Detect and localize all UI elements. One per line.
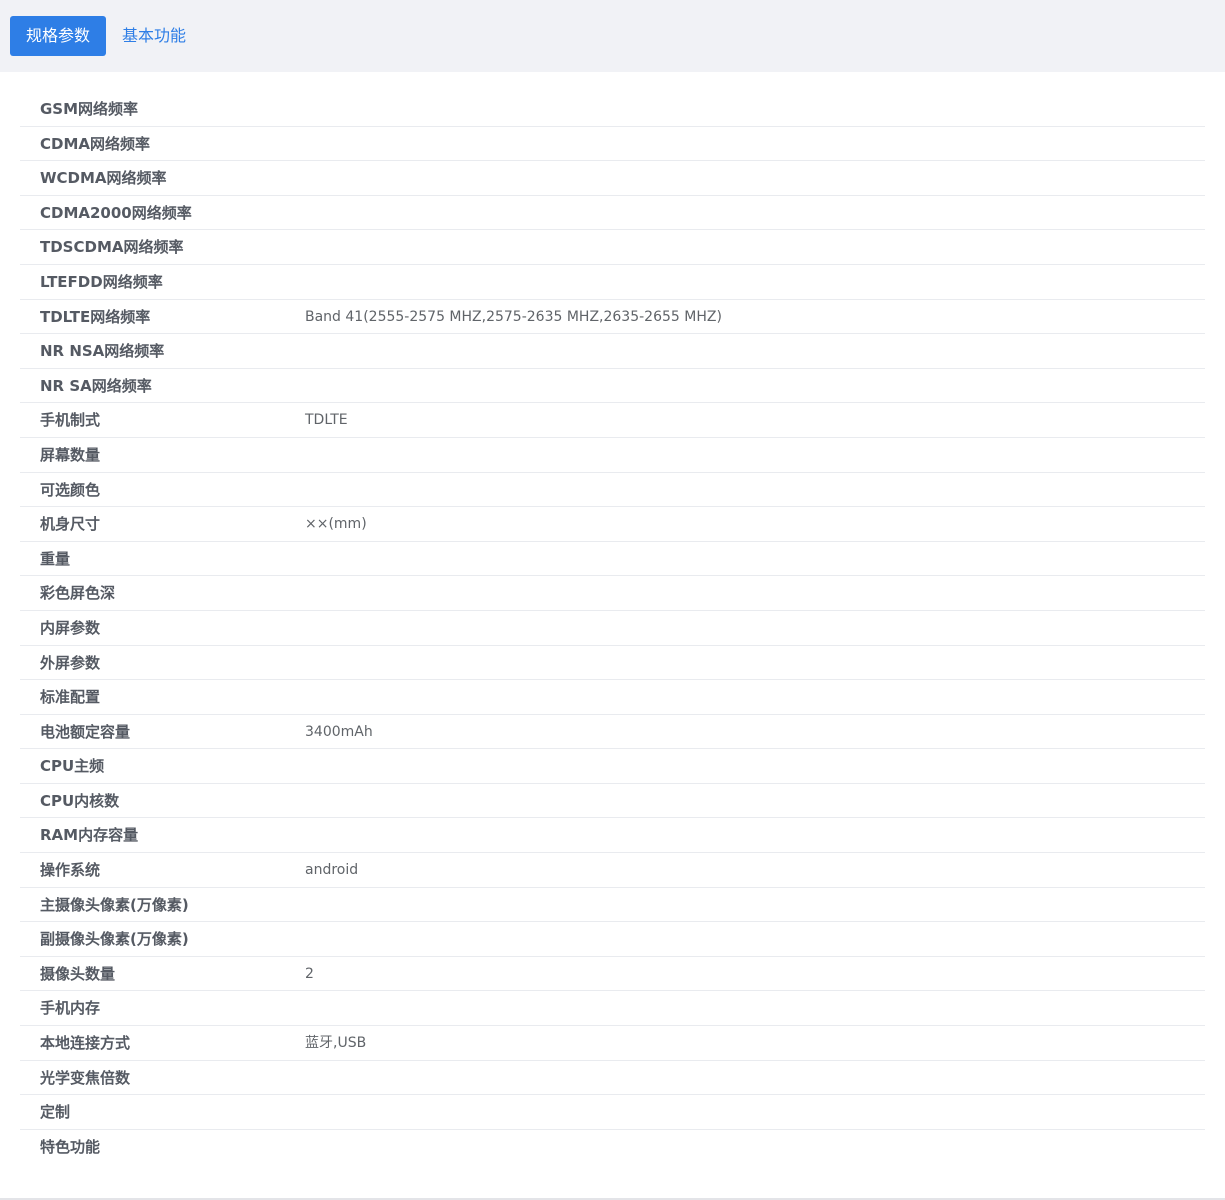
spec-row: 外屏参数 — [20, 646, 1205, 681]
spec-value: 3400mAh — [305, 723, 373, 740]
spec-row: TDSCDMA网络频率 — [20, 230, 1205, 265]
spec-value: ××(mm) — [305, 516, 367, 533]
spec-row: 定制 — [20, 1095, 1205, 1130]
spec-label: 屏幕数量 — [40, 445, 101, 464]
spec-row: CDMA2000网络频率 — [20, 196, 1205, 231]
spec-label: 外屏参数 — [40, 653, 101, 672]
spec-row: 副摄像头像素(万像素) — [20, 922, 1205, 957]
spec-label: 重量 — [40, 549, 71, 568]
spec-row: CPU主频 — [20, 749, 1205, 784]
spec-label: CPU内核数 — [40, 791, 120, 810]
spec-label: CDMA网络频率 — [40, 134, 150, 153]
spec-label: 定制 — [40, 1103, 71, 1122]
tab-basic-features[interactable]: 基本功能 — [122, 16, 186, 56]
spec-row: 光学变焦倍数 — [20, 1061, 1205, 1096]
spec-label: CDMA2000网络频率 — [40, 203, 192, 222]
spec-row: 标准配置 — [20, 680, 1205, 715]
spec-row: RAM内存容量 — [20, 818, 1205, 854]
spec-row: 本地连接方式 蓝牙,USB — [20, 1026, 1205, 1061]
spec-label: 光学变焦倍数 — [40, 1068, 131, 1087]
spec-label: 本地连接方式 — [40, 1034, 131, 1053]
spec-row: WCDMA网络频率 — [20, 161, 1205, 196]
spec-label: 操作系统 — [40, 861, 101, 880]
spec-value: Band 41(2555-2575 MHZ,2575-2635 MHZ,2635… — [305, 308, 722, 325]
spec-label: 机身尺寸 — [40, 515, 101, 534]
spec-value: android — [305, 862, 359, 879]
spec-label: 主摄像头像素(万像素) — [40, 895, 189, 914]
spec-label: LTEFDD网络频率 — [40, 272, 163, 291]
spec-label: GSM网络频率 — [40, 100, 139, 118]
spec-label: 内屏参数 — [40, 618, 101, 637]
spec-row: GSM网络频率 — [20, 92, 1205, 127]
spec-row: NR NSA网络频率 — [20, 334, 1205, 369]
spec-label: NR SA网络频率 — [40, 376, 152, 395]
spec-row: LTEFDD网络频率 — [20, 265, 1205, 300]
spec-label: 特色功能 — [40, 1137, 101, 1156]
spec-label: 副摄像头像素(万像素) — [40, 930, 189, 949]
spec-label: WCDMA网络频率 — [40, 169, 167, 188]
spec-label: 电池额定容量 — [40, 722, 131, 741]
spec-label: 手机内存 — [40, 999, 101, 1018]
spec-row: 电池额定容量 3400mAh — [20, 715, 1205, 750]
spec-value: 蓝牙,USB — [305, 1035, 367, 1052]
spec-row: 操作系统 android — [20, 853, 1205, 888]
spec-value: TDLTE — [305, 412, 348, 429]
tab-bar: 规格参数 基本功能 — [0, 0, 1225, 72]
spec-row: 内屏参数 — [20, 611, 1205, 646]
spec-row: 手机制式 TDLTE — [20, 403, 1205, 438]
spec-row: 可选颜色 — [20, 473, 1205, 508]
spec-label: 摄像头数量 — [40, 964, 116, 983]
spec-label: TDSCDMA网络频率 — [40, 238, 184, 257]
spec-label: 可选颜色 — [40, 480, 101, 499]
spec-row: CDMA网络频率 — [20, 127, 1205, 162]
tab-specs[interactable]: 规格参数 — [10, 16, 106, 56]
spec-row: 摄像头数量 2 — [20, 957, 1205, 992]
spec-row: 机身尺寸 ××(mm) — [20, 507, 1205, 542]
spec-label: TDLTE网络频率 — [40, 307, 151, 326]
spec-label: 手机制式 — [40, 411, 101, 430]
spec-row: TDLTE网络频率 Band 41(2555-2575 MHZ,2575-2635… — [20, 300, 1205, 335]
spec-value: 2 — [305, 965, 314, 982]
spec-label: CPU主频 — [40, 757, 105, 776]
spec-label: 标准配置 — [40, 688, 101, 707]
spec-row: 主摄像头像素(万像素) — [20, 888, 1205, 923]
spec-label: NR NSA网络频率 — [40, 342, 165, 361]
spec-row: 彩色屏色深 — [20, 576, 1205, 611]
spec-row: NR SA网络频率 — [20, 369, 1205, 404]
spec-row: 手机内存 — [20, 991, 1205, 1027]
spec-row: 重量 — [20, 542, 1205, 577]
spec-row: 屏幕数量 — [20, 438, 1205, 473]
spec-label: 彩色屏色深 — [40, 584, 116, 603]
spec-label: RAM内存容量 — [40, 826, 139, 845]
spec-row: 特色功能 — [20, 1130, 1205, 1165]
spec-row: CPU内核数 — [20, 784, 1205, 819]
spec-table: GSM网络频率 CDMA网络频率 WCDMA网络频率 CDMA2000网络频率 TDSC… — [20, 92, 1205, 1164]
